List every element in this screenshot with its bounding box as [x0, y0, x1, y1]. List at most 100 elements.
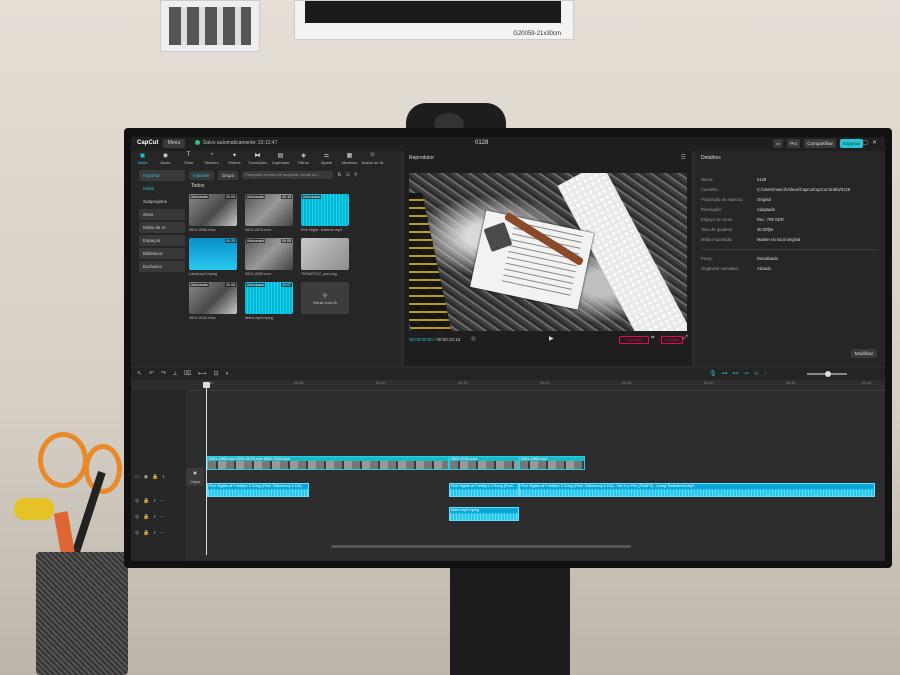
sidebar-item-yours[interactable]: Seus — [139, 209, 185, 220]
detail-row[interactable]: Organizar camadas: Ativado — [701, 264, 879, 274]
player-title: Reprodutor — [409, 155, 435, 161]
yellow-object — [14, 498, 54, 520]
text-icon: T — [186, 152, 191, 158]
detail-row: Mídia importada: Manter no local original — [701, 237, 801, 242]
filter-all[interactable]: Todos — [191, 183, 399, 189]
cover-button[interactable]: ▣ Capa — [186, 468, 204, 486]
media-item[interactable]: Adicionado 00:18 0001-0076.mov — [245, 194, 293, 232]
media-item[interactable]: Adicionado 00:09 0001-0065.mov — [189, 194, 237, 232]
media-icon: ▣ — [139, 153, 146, 159]
player-panel: Reprodutor ☰ 00:00:00:00 / 00:00:22:15 ▥… — [404, 151, 692, 366]
zoom-slider[interactable] — [807, 371, 847, 377]
detail-row[interactable]: Proxy: Desativado — [701, 254, 879, 264]
media-item[interactable]: Adicionado Five Night...tledone.mp3 — [301, 194, 349, 232]
video-track-controls[interactable]: ▭◉🔒◐ — [135, 474, 169, 480]
media-item[interactable]: 00:20 Lamy.mp3.mpeg — [189, 238, 237, 276]
crop-icon[interactable]: ⌗ — [651, 335, 654, 342]
video-clip[interactable]: 0001-0065.mov — [519, 456, 585, 470]
audio-track-controls[interactable]: ◎🔒◐– — [135, 514, 167, 520]
image-icon: ▣ — [193, 470, 197, 475]
sidebar-item-exclusive[interactable]: Exclusivo — [139, 261, 185, 272]
tool-media[interactable]: ▣ Mídia — [131, 151, 154, 167]
sidebar-item-ai-media[interactable]: Mídia de IA — [139, 222, 185, 233]
preview-rail — [409, 193, 457, 331]
time-ruler[interactable]: 00:00 00:05 00:10 00:15 00:20 00:25 00:3… — [186, 380, 885, 391]
audio-clip[interactable]: Five Nights at Freddy's 3 Song (Feat. Di… — [207, 483, 309, 497]
check-icon — [195, 140, 200, 145]
layout-icon[interactable]: ▭ — [772, 139, 784, 148]
sidebar-item-import[interactable]: Importar — [139, 170, 185, 181]
timeline-toolbar: ↖↶↷⟂⌧⟷⊡◐ 🎙⊶⊷⊸⊹◌ — [131, 368, 885, 380]
sidebar-item-subprojects[interactable]: Subprojetos — [139, 196, 185, 207]
media-item[interactable]: Adicionado 00:08 0001-0100.mov — [189, 282, 237, 320]
adjust-icon: ⚌ — [323, 153, 330, 159]
pen-holder — [36, 552, 128, 675]
sticker-icon: ◔ — [209, 152, 214, 158]
tool-ai-avatar[interactable]: ☺ Avatar de IA — [361, 151, 384, 167]
video-preview[interactable] — [409, 173, 687, 331]
playhead[interactable] — [203, 382, 210, 555]
effects-icon: ✦ — [231, 153, 238, 159]
menu-button[interactable]: Menu — [163, 139, 185, 148]
edit-tools-icons[interactable]: ↖↶↷⟂⌧⟷⊡◐ — [137, 370, 236, 378]
window-controls[interactable]: –▢✕ — [855, 139, 881, 146]
sidebar-item-spaces[interactable]: Espaços — [139, 235, 185, 246]
media-item[interactable]: Adicionado 00:07 listen.mp3.mpeg — [245, 282, 293, 320]
detail-row: Caminho: C:/Users/marci/Videos/CapcutCapC… — [701, 187, 851, 192]
tool-stickers[interactable]: ◔ Stickers — [200, 151, 223, 167]
view-icon[interactable]: ☷ — [345, 172, 349, 178]
tool-adjust[interactable]: ⚌ Ajuste — [315, 151, 338, 167]
track-headers: ▭◉🔒◐ ◎🔒◐– ◎🔒◐– ◎🔒◐– — [131, 390, 186, 561]
group-button[interactable]: Grupo — [217, 170, 239, 180]
timeline: 00:00 00:05 00:10 00:15 00:20 00:25 00:3… — [131, 380, 885, 561]
ratio-button[interactable]: Proporção — [619, 336, 649, 344]
timeline-scrollbar[interactable] — [331, 545, 631, 548]
detail-row: Taxa de quadros: 30.00fps — [701, 227, 774, 232]
media-item[interactable]: Adicionado 00:08 0001-0200.mov — [245, 238, 293, 276]
tool-filters[interactable]: ◈ Filtros — [292, 151, 315, 167]
fullscreen-icon[interactable]: ⤢ — [683, 335, 688, 342]
zoom-slider-knob[interactable] — [825, 371, 831, 377]
menu-icon[interactable]: ☰ — [681, 154, 686, 161]
sparkle-icon: ✧ — [321, 291, 329, 300]
import-button[interactable]: Importar — [189, 170, 214, 180]
video-clip[interactable]: 0001-0100.mov — [449, 456, 519, 470]
tool-effects[interactable]: ✦ Efeitos — [223, 151, 246, 167]
timeline-toggle-icons[interactable]: 🎙⊶⊷⊸⊹◌ — [709, 370, 772, 377]
project-title: 0128 — [475, 140, 489, 146]
details-panel: Detalhes Nome: 0128 Caminho: C:/Users/marc… — [695, 151, 885, 366]
tool-transitions[interactable]: ⧓ Transições — [246, 151, 269, 167]
grid-icon[interactable]: ▥ — [471, 336, 476, 342]
video-clip[interactable]: 0001-0065.mov 0001-0076.mov 0001-0200.mo… — [207, 456, 449, 470]
tool-text[interactable]: T Texto — [177, 151, 200, 167]
play-icon[interactable]: ▶ — [549, 335, 554, 342]
ruler-tick: 00:30 — [704, 381, 714, 385]
modify-button[interactable]: Modificar — [851, 349, 877, 358]
audio-clip[interactable]: listen.mp3.mpeg — [449, 507, 519, 521]
tool-templates[interactable]: ▦ Modelos — [338, 151, 361, 167]
sidebar-item-library[interactable]: Biblioteca — [139, 248, 185, 259]
audio-clip[interactable]: Five Nights at Freddy's 3 Song (Feat. Di… — [519, 483, 875, 497]
filter-icon[interactable]: ⚲ — [354, 172, 358, 178]
audio-clip[interactable]: Five Nights at Freddy's 3 Song (Feat. ..… — [449, 483, 519, 497]
autosave-status: Salvo automaticamente: 23:12:47 — [195, 140, 278, 146]
tool-audio[interactable]: ◉ Áudio — [154, 151, 177, 167]
full-button[interactable]: Completo — [661, 336, 683, 344]
media-grid: Adicionado 00:09 0001-0065.mov Adicionado 0… — [189, 194, 349, 320]
audio-track-controls[interactable]: ◎🔒◐– — [135, 530, 167, 536]
media-library: Importar Grupo Pesquisar nomes de arquiv… — [189, 170, 399, 364]
audio-track-controls[interactable]: ◎🔒◐– — [135, 498, 167, 504]
search-input[interactable]: Pesquisar nomes de arquivos, cenas ou... — [242, 171, 334, 179]
divider — [701, 249, 879, 250]
ruler-tick: 00:40 — [862, 381, 872, 385]
sort-icon[interactable]: ⇅ — [337, 172, 341, 178]
share-button[interactable]: Compartilhar — [804, 139, 836, 148]
pro-button[interactable]: Pro — [787, 139, 801, 148]
sidebar-item-media[interactable]: Mídia — [139, 183, 185, 194]
media-item[interactable]: 7f03a57247_axe.png — [301, 238, 349, 276]
generate-ai-tile[interactable]: ✧ Gerar com IA — [301, 282, 349, 314]
tool-captions[interactable]: ▤ Legendas — [269, 151, 292, 167]
title-bar: CapCut Menu Salvo automaticamente: 23:12… — [131, 137, 885, 151]
media-sidebar: Importar Mídia Subprojetos Seus Mídia de… — [139, 170, 185, 274]
wall-photo — [160, 0, 260, 52]
